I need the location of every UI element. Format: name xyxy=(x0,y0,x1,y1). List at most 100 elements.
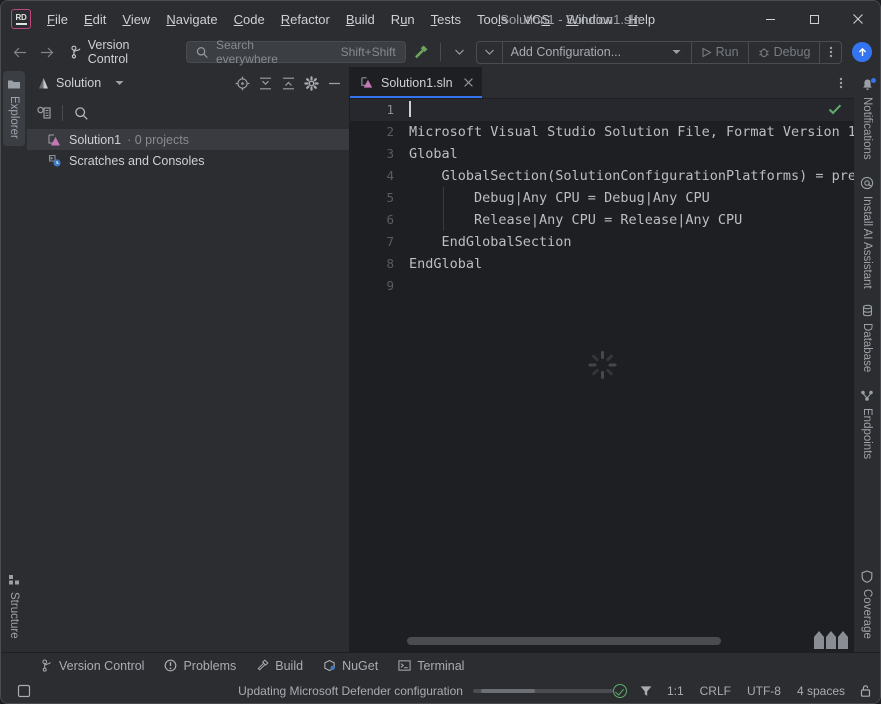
update-available-button[interactable] xyxy=(852,42,873,62)
editor-markers-group xyxy=(814,631,848,649)
locate-file-icon[interactable] xyxy=(231,72,253,94)
run-more-options-icon[interactable] xyxy=(819,41,841,63)
tree-item-solution1-suffix: · 0 projects xyxy=(127,132,189,147)
solution-panel-actions xyxy=(231,72,345,94)
menu-item-edit[interactable]: Edit xyxy=(76,9,114,30)
solution-panel-title-group[interactable]: Solution xyxy=(37,76,124,90)
menu-item-run[interactable]: Run xyxy=(383,9,423,30)
bottom-tool-window-bar: Version Control Problems Build NuGet Ter… xyxy=(1,652,880,678)
sidebar-item-explorer-label: Explorer xyxy=(8,96,20,139)
bottom-item-build[interactable]: Build xyxy=(247,656,312,676)
menu-item-tools[interactable]: Tools xyxy=(469,9,515,30)
line-number: 5 xyxy=(386,190,394,205)
text-caret xyxy=(409,101,411,117)
bottom-item-nuget[interactable]: NuGet xyxy=(314,656,387,676)
settings-gear-icon[interactable] xyxy=(300,72,322,94)
main-body: Explorer Structure Solution Solution1 · … xyxy=(1,67,880,652)
rider-logo-icon: RD xyxy=(11,9,31,29)
database-icon xyxy=(861,304,874,317)
maximize-button[interactable] xyxy=(792,1,836,37)
right-tool-strip: Notifications Install AI Assistant Datab… xyxy=(854,67,880,652)
solution-view-switch-icon[interactable] xyxy=(33,102,55,124)
build-options-chevron-icon[interactable] xyxy=(448,41,472,63)
editor-horizontal-scrollbar[interactable] xyxy=(350,630,854,652)
menu-item-navigate[interactable]: Navigate xyxy=(158,9,225,30)
sidebar-item-explorer[interactable]: Explorer xyxy=(3,71,25,146)
solution-search-icon[interactable] xyxy=(70,102,92,124)
line-text: Debug|Any CPU = Debug|Any CPU xyxy=(409,190,710,206)
code-line-8: 8 EndGlobal xyxy=(350,253,854,275)
run-config-caret-icon xyxy=(672,49,681,55)
solution-panel-secondary-toolbar xyxy=(27,99,349,127)
sidebar-item-structure[interactable]: Structure xyxy=(4,566,25,646)
expand-all-icon[interactable] xyxy=(254,72,276,94)
solution-tool-window: Solution Solution1 · 0 projects Scratche… xyxy=(27,67,350,652)
search-everywhere-field[interactable]: Search everywhere Shift+Shift xyxy=(186,38,406,66)
inspection-status-icon[interactable] xyxy=(828,103,842,116)
build-hammer-icon[interactable] xyxy=(408,41,433,63)
menu-item-refactor[interactable]: Refactor xyxy=(273,9,338,30)
chevron-down-icon[interactable] xyxy=(115,80,124,86)
menu-item-help[interactable]: Help xyxy=(620,9,663,30)
sidebar-item-install-ai-assistant[interactable]: Install AI Assistant xyxy=(856,169,878,296)
bottom-item-version-control[interactable]: Version Control xyxy=(33,656,153,676)
run-config-selector[interactable]: Add Configuration... xyxy=(503,45,691,59)
close-tab-icon[interactable] xyxy=(459,77,474,88)
caret-position[interactable]: 1:1 xyxy=(665,682,686,700)
inspection-level-icon[interactable] xyxy=(639,684,653,698)
notification-badge xyxy=(870,78,876,83)
background-task-indicator[interactable]: Updating Microsoft Defender configuratio… xyxy=(238,684,613,698)
run-config-chevron-icon[interactable] xyxy=(477,41,503,63)
tree-item-scratches[interactable]: Scratches and Consoles xyxy=(27,150,349,171)
sidebar-item-endpoints[interactable]: Endpoints xyxy=(856,382,878,466)
lock-icon[interactable] xyxy=(859,684,872,698)
menu-item-vcs[interactable]: VCS xyxy=(515,9,558,30)
tree-item-solution1[interactable]: Solution1 · 0 projects xyxy=(27,129,349,150)
menu-item-window[interactable]: Window xyxy=(558,9,620,30)
file-encoding[interactable]: UTF-8 xyxy=(745,682,783,700)
hide-panel-icon[interactable] xyxy=(323,72,345,94)
code-canvas[interactable]: 1 2 Microsoft Visual Studio Solution Fil… xyxy=(350,99,854,630)
indent-size[interactable]: 4 spaces xyxy=(795,682,847,700)
run-config-label: Add Configuration... xyxy=(510,45,622,59)
sidebar-item-database-label: Database xyxy=(861,323,873,373)
run-button[interactable]: Run xyxy=(690,41,748,63)
line-number: 8 xyxy=(386,256,394,271)
sidebar-item-notifications[interactable]: Notifications xyxy=(857,71,878,167)
bottom-item-version-control-label: Version Control xyxy=(59,658,145,673)
hscroll-thumb[interactable] xyxy=(407,637,722,645)
status-widgets-toggle[interactable] xyxy=(9,684,38,698)
version-control-widget[interactable]: Version Control xyxy=(64,36,178,68)
menu-item-tests[interactable]: Tests xyxy=(423,9,469,30)
minimize-button[interactable] xyxy=(748,1,792,37)
folder-icon xyxy=(7,78,21,90)
code-line-4: 4 GlobalSection(SolutionConfigurationPla… xyxy=(350,165,854,187)
collapse-all-icon[interactable] xyxy=(277,72,299,94)
line-number: 7 xyxy=(386,234,394,249)
window-controls xyxy=(748,1,880,37)
hammer-icon xyxy=(257,659,269,671)
nuget-icon xyxy=(324,659,335,672)
sidebar-item-coverage[interactable]: Coverage xyxy=(857,563,877,646)
rider-logo-text: RD xyxy=(15,12,27,22)
menu-item-code[interactable]: Code xyxy=(226,9,273,30)
editor-tab-bar: Solution1.sln xyxy=(350,67,854,99)
search-everywhere-shortcut: Shift+Shift xyxy=(340,45,396,59)
menu-item-build[interactable]: Build xyxy=(338,9,383,30)
inspection-ok-icon[interactable] xyxy=(612,683,627,698)
menu-item-view[interactable]: View xyxy=(114,9,158,30)
hscroll-track[interactable] xyxy=(407,637,810,645)
debug-button[interactable]: Debug xyxy=(747,41,820,63)
menu-item-file[interactable]: File xyxy=(39,9,76,30)
bottom-item-terminal[interactable]: Terminal xyxy=(389,656,473,676)
tree-item-solution1-label: Solution1 xyxy=(69,132,122,147)
close-button[interactable] xyxy=(836,1,880,37)
editor-tab-more-icon[interactable] xyxy=(828,67,854,98)
sidebar-item-database[interactable]: Database xyxy=(857,297,878,379)
editor-tab-solution1-sln[interactable]: Solution1.sln xyxy=(350,67,482,98)
marker-pencil-icon xyxy=(838,631,848,649)
navigate-forward-icon[interactable] xyxy=(35,41,59,63)
line-separator[interactable]: CRLF xyxy=(698,682,733,700)
bottom-item-problems[interactable]: Problems xyxy=(155,656,245,676)
navigate-back-icon[interactable] xyxy=(9,41,33,63)
